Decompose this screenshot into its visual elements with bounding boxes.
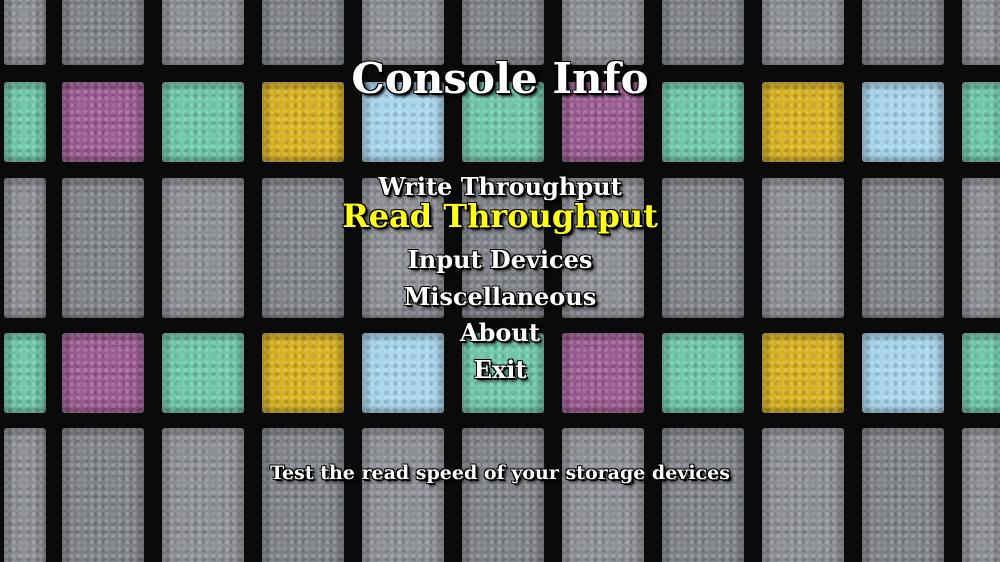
menu-item-miscellaneous[interactable]: Miscellaneous	[0, 282, 1000, 311]
glass-tile	[462, 428, 544, 562]
glass-tile	[662, 428, 744, 562]
menu-item-about[interactable]: About	[0, 318, 1000, 347]
console-info-screen: Console Info Write Throughput Read Throu…	[0, 0, 1000, 562]
glass-tile	[162, 428, 244, 562]
glass-tile	[62, 428, 144, 562]
glass-tile	[862, 428, 944, 562]
menu-item-input-devices[interactable]: Input Devices	[0, 245, 1000, 274]
menu-item-read-throughput[interactable]: Read Throughput	[0, 197, 1000, 235]
menu-item-exit[interactable]: Exit	[0, 355, 1000, 384]
glass-tile	[262, 428, 344, 562]
glass-tile	[962, 428, 1000, 562]
glass-tile	[562, 428, 644, 562]
glass-tile	[4, 428, 46, 562]
glass-tile	[362, 428, 444, 562]
page-title: Console Info	[351, 54, 649, 103]
glass-tile	[762, 428, 844, 562]
menu-item-description: Test the read speed of your storage devi…	[270, 462, 730, 484]
